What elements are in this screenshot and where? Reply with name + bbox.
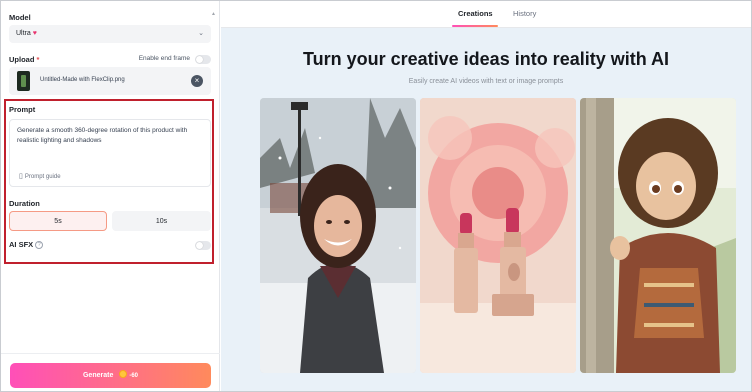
hero-subtitle: Easily create AI videos with text or ima… [408, 78, 564, 85]
girl-illustration [580, 98, 736, 373]
duration-10s-button[interactable]: 10s [112, 211, 211, 231]
duration-5s-button[interactable]: 5s [9, 211, 107, 231]
hero-title: Turn your creative ideas into reality wi… [302, 49, 670, 69]
tab-history[interactable]: History [513, 9, 536, 18]
uploaded-file: Untitled-Made with FlexClip.png × [9, 67, 211, 95]
prompt-input[interactable]: Generate a smooth 360-degree rotation of… [9, 119, 211, 187]
woman-snow-illustration [260, 98, 416, 373]
end-frame-label: Enable end frame [138, 55, 190, 62]
main-area: Creations History Turn your creative ide… [221, 1, 751, 391]
prompt-label: Prompt [9, 105, 36, 114]
required-mark: * [36, 55, 40, 64]
end-frame-toggle[interactable] [195, 55, 211, 64]
active-tab-indicator [452, 25, 498, 27]
upload-label-text: Upload [9, 55, 35, 64]
generate-button[interactable]: Generate -60 [10, 363, 211, 388]
upload-label: Upload * [9, 55, 39, 64]
settings-panel: ▲ Model Ultra ♥ ⌄ Upload * Enable end fra… [1, 1, 220, 391]
coin-icon [119, 370, 128, 378]
prompt-text: Generate a smooth 360-degree rotation of… [17, 127, 188, 144]
scroll-up-icon[interactable]: ▲ [211, 11, 216, 17]
divider [1, 353, 220, 354]
file-name: Untitled-Made with FlexClip.png [40, 77, 125, 83]
ai-sfx-text: AI SFX [9, 240, 34, 249]
heart-icon: ♥ [32, 30, 37, 37]
generate-cost: -60 [129, 373, 139, 379]
model-label: Model [9, 13, 31, 22]
ai-sfx-label: AI SFX? [9, 240, 44, 249]
example-image-lipsticks[interactable] [420, 98, 576, 373]
tab-bar: Creations History [221, 1, 751, 28]
prompt-guide-text: Prompt guide [24, 174, 61, 180]
remove-file-icon[interactable]: × [191, 75, 203, 87]
info-icon[interactable]: ? [35, 241, 44, 249]
file-thumbnail [17, 71, 30, 91]
chevron-down-icon: ⌄ [198, 30, 204, 37]
example-image-woman-snow[interactable] [260, 98, 416, 373]
tab-creations[interactable]: Creations [458, 9, 493, 18]
example-image-animated-girl[interactable] [580, 98, 736, 373]
ai-sfx-toggle[interactable] [195, 241, 211, 250]
book-icon: ▯ [19, 173, 23, 180]
lipstick-illustration [420, 98, 576, 373]
prompt-guide-link[interactable]: ▯ Prompt guide [19, 172, 61, 180]
model-value: Ultra [16, 30, 31, 37]
generate-label: Generate [82, 372, 114, 379]
model-select[interactable]: Ultra ♥ ⌄ [9, 25, 211, 43]
duration-label: Duration [9, 199, 40, 208]
